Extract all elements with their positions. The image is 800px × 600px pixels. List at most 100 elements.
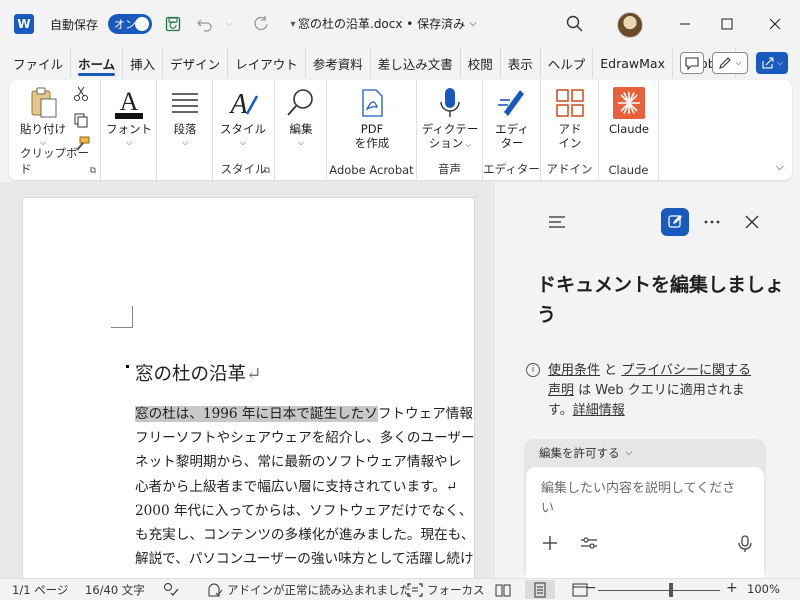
editing-button[interactable]: 編集 ⌵: [277, 84, 325, 148]
dialog-launcher-icon[interactable]: ⧉: [90, 166, 96, 176]
tab-insert[interactable]: 挿入: [123, 48, 164, 78]
redo-icon[interactable]: [250, 13, 272, 35]
paragraph-label: 段落: [173, 122, 197, 136]
search-icon[interactable]: [565, 14, 585, 34]
font-button[interactable]: A フォント ⌵: [105, 84, 153, 148]
zoom-slider[interactable]: [598, 590, 720, 591]
word-count[interactable]: 16/40 文字: [85, 582, 145, 598]
menu-icon[interactable]: [547, 212, 567, 232]
permission-label: 編集を許可する: [539, 446, 620, 460]
pdf-label-1: PDF: [360, 122, 384, 136]
tab-edrawmax[interactable]: EdrawMax: [593, 48, 673, 78]
tab-label: デザイン: [170, 56, 221, 72]
document-canvas[interactable]: 窓の杜の沿革↵ 窓の杜は、1996 年に日本で誕生したソフトウェア情報 フリーソ…: [0, 182, 492, 578]
text-line: 心者から上級者まで幅広い層に支持されています。↵: [135, 475, 474, 499]
voice-group: ディクテー ション ⌵ 音声: [417, 80, 483, 180]
tab-mailings[interactable]: 差し込み文書: [371, 48, 461, 78]
document-page[interactable]: 窓の杜の沿革↵ 窓の杜は、1996 年に日本で誕生したソフトウェア情報 フリーソ…: [22, 197, 475, 578]
undo-icon[interactable]: [194, 13, 216, 35]
share-button[interactable]: ⌵: [756, 52, 788, 74]
styles-button[interactable]: A スタイル ⌵: [217, 84, 269, 148]
permission-dropdown[interactable]: 編集を許可する ⌵: [539, 445, 632, 461]
close-icon[interactable]: [752, 0, 798, 48]
editor-label-2: ター: [500, 136, 524, 151]
prompt-input[interactable]: 編集したい内容を説明してください: [526, 467, 764, 587]
ribbon: 貼り付け ⌵ クリップボード ⧉ A フォント ⌵ 段落 ⌵ A スタイル ⌵ …: [9, 80, 792, 180]
tab-layout[interactable]: レイアウト: [228, 48, 306, 78]
adobe-acrobat-group: PDF を作成 Adobe Acrobat: [327, 80, 417, 180]
prompt-card: 編集を許可する ⌵ 編集したい内容を説明してください: [524, 439, 766, 587]
microphone-icon[interactable]: [738, 535, 752, 558]
copy-icon[interactable]: [73, 112, 89, 131]
print-layout-icon[interactable]: [525, 580, 555, 599]
font-icon: A: [113, 84, 145, 122]
autosave-toggle[interactable]: オン: [108, 14, 153, 34]
microphone-icon: [438, 84, 462, 122]
page-count[interactable]: 1/1 ページ: [12, 582, 68, 598]
tab-home[interactable]: ホーム: [71, 48, 124, 78]
tab-design[interactable]: デザイン: [163, 48, 229, 78]
text-line: ネット黎明期から、常に最新のソフトウェア情報やレ: [135, 450, 474, 474]
save-icon[interactable]: [162, 13, 184, 35]
read-mode-icon[interactable]: [488, 580, 518, 599]
tab-file[interactable]: ファイル: [6, 48, 72, 78]
styles-icon: A: [225, 84, 261, 122]
dialog-launcher-icon[interactable]: ⧉: [264, 166, 270, 176]
document-heading[interactable]: 窓の杜の沿革↵: [126, 360, 262, 386]
new-edit-icon[interactable]: [661, 208, 689, 236]
bullet-mark: [126, 365, 129, 368]
claude-label: Claude: [609, 122, 649, 136]
editing-mode-button[interactable]: ⌵: [712, 52, 748, 74]
tab-label: ヘルプ: [547, 56, 586, 72]
text-line: 窓の杜は、1996 年に日本で誕生したソフトウェア情報: [135, 402, 474, 426]
paragraph-button[interactable]: 段落 ⌵: [161, 84, 209, 148]
document-body[interactable]: 窓の杜は、1996 年に日本で誕生したソフトウェア情報 フリーソフトやシェアウェ…: [135, 402, 474, 571]
document-title[interactable]: 窓の杜の沿革.docx • 保存済み ⌵: [298, 15, 477, 32]
styles-label: スタイル: [220, 122, 266, 136]
addins-group-label: アドイン: [546, 162, 593, 176]
ribbon-expand-icon[interactable]: ⌵: [776, 160, 784, 174]
addins-label-2: イン: [558, 136, 582, 151]
more-options-icon[interactable]: [702, 212, 722, 232]
editor-button[interactable]: エディ ター: [487, 84, 537, 151]
focus-button[interactable]: フォーカス: [407, 582, 485, 598]
tab-help[interactable]: ヘルプ: [541, 48, 594, 78]
minimize-icon[interactable]: [662, 0, 708, 48]
addin-status[interactable]: アドインが正常に読み込まれました: [207, 582, 411, 598]
clipboard-group-label: クリップボード: [20, 146, 89, 176]
tab-label: 挿入: [130, 56, 156, 72]
add-icon[interactable]: [542, 535, 558, 556]
claude-button[interactable]: Claude: [601, 84, 657, 136]
proofing-icon[interactable]: [163, 582, 179, 596]
zoom-level[interactable]: 100%: [747, 582, 780, 596]
addins-button[interactable]: アド イン: [545, 84, 595, 151]
undo-dropdown-icon[interactable]: ⌵: [218, 13, 240, 35]
create-pdf-button[interactable]: PDF を作成: [347, 84, 397, 151]
close-pane-icon[interactable]: [742, 212, 762, 232]
cut-icon[interactable]: [73, 86, 89, 105]
line-text: フトウェア情報: [377, 406, 473, 422]
dictate-button[interactable]: ディクテー ション ⌵: [421, 84, 479, 151]
comments-button[interactable]: [680, 52, 704, 74]
tab-label: EdrawMax: [600, 55, 665, 71]
editor-group: エディ ター エディター: [483, 80, 541, 180]
editor-pen-icon: [496, 84, 528, 122]
settings-sliders-icon[interactable]: [580, 535, 598, 556]
chevron-down-icon: ⌵: [776, 58, 783, 67]
zoom-in-button[interactable]: +: [726, 580, 738, 596]
avatar[interactable]: [617, 12, 643, 38]
maximize-icon[interactable]: [704, 0, 750, 48]
voice-group-label: 音声: [438, 162, 461, 176]
zoom-out-button[interactable]: −: [585, 580, 597, 596]
terms-of-use-link[interactable]: 使用条件: [548, 363, 600, 378]
learn-more-link[interactable]: 詳細情報: [573, 403, 625, 418]
paste-button[interactable]: 貼り付け ⌵: [17, 84, 69, 148]
tab-view[interactable]: 表示: [501, 48, 541, 78]
dictate-label-row: ション ⌵: [429, 136, 472, 150]
tab-review[interactable]: 校閲: [461, 48, 501, 78]
editor-label-1: エディ: [495, 122, 529, 136]
tab-label: 差し込み文書: [377, 56, 453, 72]
zoom-slider-thumb[interactable]: [669, 583, 673, 597]
tab-references[interactable]: 参考資料: [306, 48, 371, 78]
pdf-label-2: を作成: [354, 136, 390, 151]
